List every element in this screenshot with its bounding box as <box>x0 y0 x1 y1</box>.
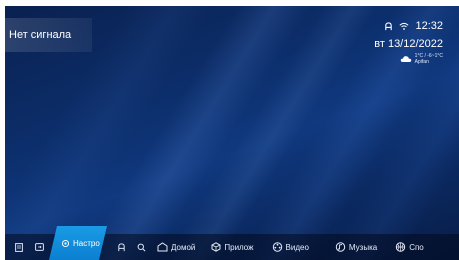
cloud-icon <box>400 55 412 63</box>
guide-icon[interactable] <box>9 234 29 260</box>
weather-widget[interactable]: 1°C / -6~1°C Apifan <box>374 53 443 65</box>
tv-frame: Нет сигнала 12:32 вт 13/12/2022 1°C / -6… <box>0 0 459 260</box>
nav-item-sports-label: Спо <box>409 242 424 252</box>
nav-item-sports[interactable]: Спо <box>395 234 424 260</box>
gear-icon <box>61 239 70 248</box>
clock-date: вт 13/12/2022 <box>374 38 443 50</box>
tab-settings[interactable]: Настро <box>49 226 107 260</box>
input-source-icon[interactable] <box>29 234 49 260</box>
nav-item-home-label: Домой <box>171 242 196 252</box>
status-area: 12:32 вт 13/12/2022 1°C / -6~1°C Apifan <box>374 20 443 65</box>
bottom-navigation-bar: Настро Домой Прилож Видео Музыка Спо <box>5 234 459 260</box>
wifi-icon[interactable] <box>399 22 409 31</box>
sports-icon <box>395 242 406 252</box>
user-profile-icon[interactable] <box>111 234 131 260</box>
nav-item-video[interactable]: Видео <box>272 234 309 260</box>
no-signal-banner: Нет сигнала <box>5 18 92 52</box>
user-account-icon[interactable] <box>384 21 393 31</box>
weather-city: Apifan <box>414 59 429 65</box>
home-icon <box>157 242 168 252</box>
tab-settings-label: Настро <box>73 238 100 248</box>
nav-item-music[interactable]: Музыка <box>335 234 377 260</box>
nav-item-apps[interactable]: Прилож <box>211 234 254 260</box>
clock-time: 12:32 <box>415 20 443 32</box>
apps-icon <box>211 242 221 252</box>
nav-item-music-label: Музыка <box>348 242 378 252</box>
nav-item-home[interactable]: Домой <box>157 234 195 260</box>
music-icon <box>335 242 346 252</box>
video-icon <box>272 242 283 252</box>
nav-item-video-label: Видео <box>285 242 309 252</box>
home-screen: Нет сигнала 12:32 вт 13/12/2022 1°C / -6… <box>5 6 459 260</box>
no-signal-text: Нет сигнала <box>9 29 72 41</box>
search-icon[interactable] <box>131 234 151 260</box>
nav-item-apps-label: Прилож <box>224 242 254 252</box>
